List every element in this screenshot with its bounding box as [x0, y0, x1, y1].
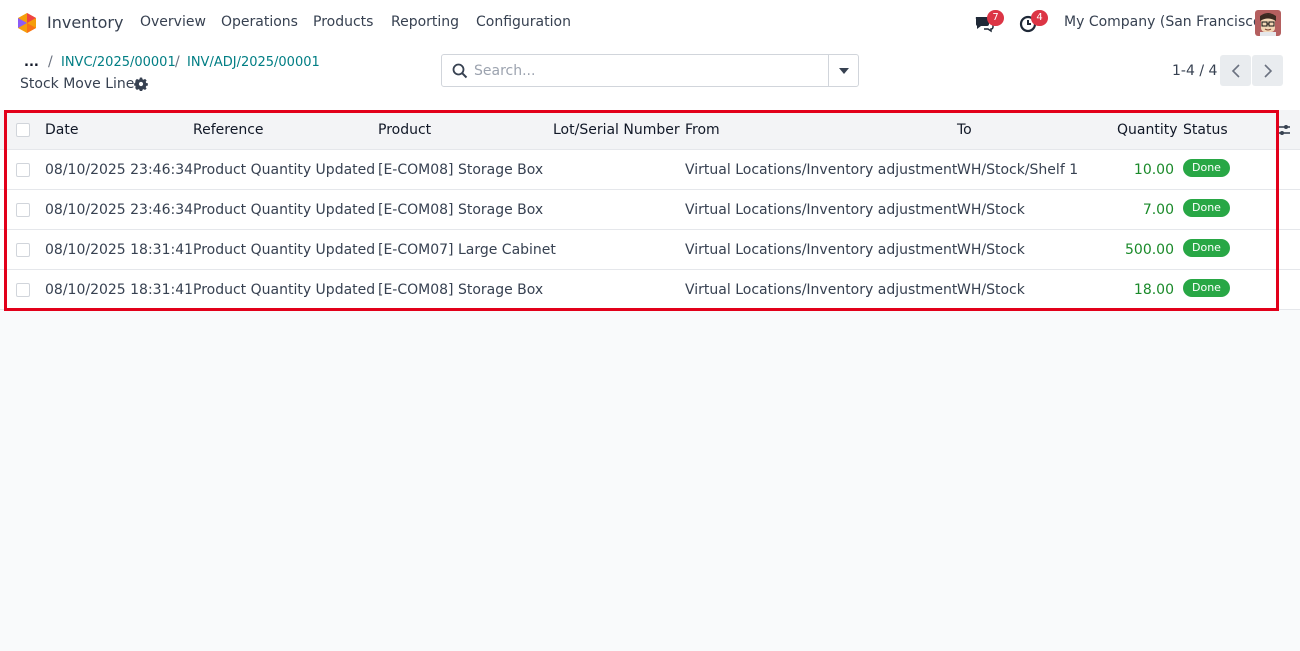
menu-operations[interactable]: Operations — [221, 14, 298, 30]
column-header-from[interactable]: From — [685, 110, 720, 150]
row-checkbox[interactable] — [16, 203, 30, 217]
status-badge: Done — [1183, 199, 1230, 217]
table-row[interactable]: 08/10/2025 18:31:41 Product Quantity Upd… — [0, 270, 1300, 310]
cell-product: [E-COM07] Large Cabinet — [378, 242, 556, 258]
caret-down-icon — [838, 67, 849, 74]
cell-quantity: 18.00 — [1133, 282, 1174, 298]
cell-date: 08/10/2025 23:46:34 — [45, 162, 194, 178]
cell-date: 08/10/2025 18:31:41 — [45, 282, 194, 298]
top-navbar: Inventory Overview Operations Products R… — [0, 0, 1300, 46]
cell-from: Virtual Locations/Inventory adjustment — [685, 242, 958, 258]
breadcrumb-ellipsis[interactable]: ... — [24, 55, 39, 70]
cell-reference: Product Quantity Updated — [193, 202, 376, 218]
optional-columns-icon[interactable] — [1276, 122, 1292, 138]
table-row[interactable]: 08/10/2025 23:46:34 Product Quantity Upd… — [0, 190, 1300, 230]
cell-reference: Product Quantity Updated — [193, 162, 376, 178]
breadcrumb-item-inv-adj[interactable]: INV/ADJ/2025/00001 — [187, 55, 320, 70]
column-header-status[interactable]: Status — [1183, 110, 1228, 150]
cell-reference: Product Quantity Updated — [193, 282, 376, 298]
cell-to: WH/Stock — [957, 282, 1025, 298]
search-options-toggle[interactable] — [828, 55, 858, 86]
row-checkbox[interactable] — [16, 243, 30, 257]
pager-value[interactable]: 1-4 / 4 — [1172, 63, 1217, 79]
column-header-date[interactable]: Date — [45, 110, 78, 150]
menu-overview[interactable]: Overview — [140, 14, 206, 30]
menu-reporting[interactable]: Reporting — [391, 14, 459, 30]
cell-quantity: 10.00 — [1133, 162, 1174, 178]
breadcrumb-separator: / — [175, 54, 180, 70]
column-header-quantity[interactable]: Quantity — [1117, 110, 1178, 150]
status-badge: Done — [1183, 279, 1230, 297]
column-header-lot[interactable]: Lot/Serial Number — [553, 110, 680, 150]
menu-configuration[interactable]: Configuration — [476, 14, 571, 30]
activities-count-badge: 4 — [1031, 10, 1048, 26]
cell-product: [E-COM08] Storage Box — [378, 202, 544, 218]
column-header-product[interactable]: Product — [378, 110, 431, 150]
company-switcher[interactable]: My Company (San Francisco) — [1064, 14, 1267, 30]
search-input[interactable] — [474, 61, 824, 81]
table-row[interactable]: 08/10/2025 23:46:34 Product Quantity Upd… — [0, 150, 1300, 190]
column-header-reference[interactable]: Reference — [193, 110, 264, 150]
row-checkbox[interactable] — [16, 163, 30, 177]
chevron-right-icon — [1263, 63, 1272, 78]
status-badge: Done — [1183, 239, 1230, 257]
messages-count-badge: 7 — [987, 10, 1004, 26]
status-badge: Done — [1183, 159, 1230, 177]
cell-date: 08/10/2025 18:31:41 — [45, 242, 194, 258]
page-title: Stock Move Lines — [20, 76, 142, 92]
select-all-checkbox[interactable] — [16, 123, 30, 137]
search-icon — [452, 63, 468, 79]
cell-quantity: 500.00 — [1125, 242, 1174, 258]
cell-from: Virtual Locations/Inventory adjustment — [685, 162, 958, 178]
control-panel: ... / INVC/2025/00001 / INV/ADJ/2025/000… — [0, 46, 1300, 110]
table-header-row: Date Reference Product Lot/Serial Number… — [0, 110, 1300, 150]
avatar[interactable] — [1255, 10, 1281, 36]
menu-products[interactable]: Products — [313, 14, 373, 30]
table-row[interactable]: 08/10/2025 18:31:41 Product Quantity Upd… — [0, 230, 1300, 270]
cell-product: [E-COM08] Storage Box — [378, 162, 544, 178]
cell-from: Virtual Locations/Inventory adjustment — [685, 282, 958, 298]
cell-to: WH/Stock — [957, 242, 1025, 258]
search-bar — [441, 54, 859, 87]
stock-move-lines-table: Date Reference Product Lot/Serial Number… — [0, 110, 1300, 310]
breadcrumb-item-invc[interactable]: INVC/2025/00001 — [61, 55, 176, 70]
breadcrumb-separator: / — [48, 54, 53, 70]
cell-product: [E-COM08] Storage Box — [378, 282, 544, 298]
cell-to: WH/Stock — [957, 202, 1025, 218]
app-name[interactable]: Inventory — [47, 13, 123, 32]
gear-icon[interactable] — [134, 77, 148, 91]
cell-quantity: 7.00 — [1142, 202, 1174, 218]
cell-date: 08/10/2025 23:46:34 — [45, 202, 194, 218]
app-logo-icon[interactable] — [16, 12, 38, 34]
column-header-to[interactable]: To — [957, 110, 972, 150]
pager-next-button[interactable] — [1252, 55, 1283, 86]
cell-reference: Product Quantity Updated — [193, 242, 376, 258]
cell-from: Virtual Locations/Inventory adjustment — [685, 202, 958, 218]
pager-previous-button[interactable] — [1220, 55, 1251, 86]
chevron-left-icon — [1231, 63, 1240, 78]
cell-to: WH/Stock/Shelf 1 — [957, 162, 1079, 178]
row-checkbox[interactable] — [16, 283, 30, 297]
